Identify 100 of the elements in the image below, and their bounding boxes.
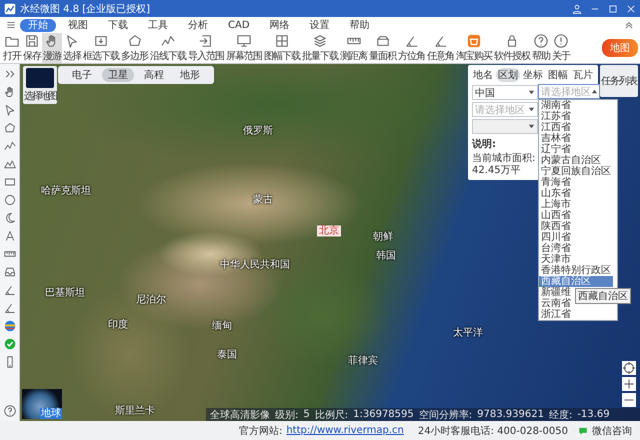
satellite-map[interactable]: [20, 64, 640, 421]
expand-icon[interactable]: [4, 68, 16, 80]
plus-icon[interactable]: [622, 377, 636, 391]
task-list-button[interactable]: 任务列表: [600, 65, 638, 97]
province-option[interactable]: 香港特别行政区: [539, 265, 613, 276]
panel-tab[interactable]: 地名: [471, 68, 495, 82]
close-icon[interactable]: [626, 4, 636, 14]
menu-tab[interactable]: 下载: [100, 18, 136, 32]
province-option[interactable]: 湖南省: [539, 100, 613, 111]
province-option[interactable]: 陕西省: [539, 221, 613, 232]
angle-icon[interactable]: [434, 34, 448, 48]
angle-icon[interactable]: [404, 34, 418, 48]
polygon-icon[interactable]: [4, 122, 16, 134]
polygon-icon[interactable]: [128, 34, 142, 48]
panel-tab[interactable]: 坐标: [521, 68, 545, 82]
province-option[interactable]: 内蒙古自治区: [539, 155, 613, 166]
angle-icon[interactable]: [4, 302, 16, 314]
province-option[interactable]: 山东省: [539, 188, 613, 199]
minus-icon[interactable]: [622, 393, 636, 407]
target-icon[interactable]: [622, 361, 636, 375]
panel-tab[interactable]: 瓦片: [571, 68, 595, 82]
map-picker-button[interactable]: 选择地图: [23, 66, 57, 104]
toolbar-button[interactable]: 框选下载: [82, 33, 120, 63]
toolbar-button[interactable]: 选择: [62, 33, 82, 63]
province-option[interactable]: 天津市: [539, 254, 613, 265]
panel-tab[interactable]: 图幅: [546, 68, 570, 82]
toolbar-button[interactable]: 打开: [2, 33, 22, 63]
country-select[interactable]: 中国: [472, 85, 538, 100]
toolbar-button[interactable]: 批量下载: [301, 33, 339, 63]
cursor-icon[interactable]: [4, 104, 16, 116]
check-icon[interactable]: [4, 338, 16, 350]
toolbar-button[interactable]: 屏幕范围: [225, 33, 263, 63]
toolbar-button[interactable]: 淘宝购买: [455, 33, 493, 63]
province-option[interactable]: 吉林省: [539, 133, 613, 144]
province-option[interactable]: 上海市: [539, 199, 613, 210]
map-type-tab[interactable]: 卫星: [102, 68, 134, 82]
panel-tab[interactable]: 区划: [496, 68, 520, 82]
floppy-icon[interactable]: [25, 34, 39, 48]
toolbar-button[interactable]: 软件授权: [493, 33, 531, 63]
province-option[interactable]: 江苏省: [539, 111, 613, 122]
menu-icon[interactable]: [6, 20, 16, 30]
toolbar-button[interactable]: 多边形: [120, 33, 149, 63]
help-icon[interactable]: [534, 34, 548, 48]
lock-icon[interactable]: [505, 34, 519, 48]
toolbar-button[interactable]: 漫游: [42, 33, 62, 63]
toolbar-button[interactable]: 关于: [551, 33, 571, 63]
monitor-icon[interactable]: [237, 34, 251, 48]
province-option[interactable]: 台湾省: [539, 243, 613, 254]
menu-tab[interactable]: 开始: [20, 18, 56, 32]
circle-icon[interactable]: [4, 194, 16, 206]
info-icon[interactable]: [554, 34, 568, 48]
toolbar-button[interactable]: 沿线下载: [149, 33, 187, 63]
help-icon[interactable]: [4, 405, 16, 417]
province-option[interactable]: 西藏自治区: [539, 276, 613, 287]
menu-tab[interactable]: 网络: [262, 18, 298, 32]
cursor-icon[interactable]: [65, 34, 79, 48]
province-option[interactable]: 江西省: [539, 122, 613, 133]
chevron-up-icon[interactable]: [624, 20, 634, 30]
site-link[interactable]: http://www.rivermap.cn: [286, 425, 404, 436]
toolbar-button[interactable]: 测距离: [339, 33, 368, 63]
angle-icon[interactable]: [4, 284, 16, 296]
toolbar-button[interactable]: 保存: [22, 33, 42, 63]
globe-thumbnail[interactable]: 地球: [22, 389, 62, 419]
download-box-icon[interactable]: [94, 34, 108, 48]
toolbar-button[interactable]: 导入范围: [187, 33, 225, 63]
maximize-icon[interactable]: [608, 4, 618, 14]
user-icon[interactable]: [572, 4, 582, 14]
toolbar-button[interactable]: 图幅下载: [263, 33, 301, 63]
import-icon[interactable]: [199, 34, 213, 48]
menu-tab[interactable]: 帮助: [342, 18, 378, 32]
province-option[interactable]: 四川省: [539, 232, 613, 243]
map-label: 俄罗斯: [243, 126, 273, 136]
polyline-icon[interactable]: [161, 34, 175, 48]
province-option[interactable]: 宁夏回族自治区: [539, 166, 613, 177]
crescent-icon[interactable]: [4, 212, 16, 224]
stack-icon[interactable]: [313, 34, 327, 48]
menu-tab[interactable]: 分析: [180, 18, 216, 32]
province-option[interactable]: 辽宁省: [539, 144, 613, 155]
menu-tab[interactable]: 视图: [60, 18, 96, 32]
mountain-icon[interactable]: [4, 158, 16, 170]
toolbar-button[interactable]: 帮助: [531, 33, 551, 63]
striped-disc-icon[interactable]: [4, 320, 16, 332]
province-option[interactable]: 山西省: [539, 210, 613, 221]
toolbar-button[interactable]: 量面积: [368, 33, 397, 63]
rectangle-icon[interactable]: [4, 176, 16, 188]
hand-icon[interactable]: [4, 86, 16, 98]
menu-tab[interactable]: 设置: [302, 18, 338, 32]
grid-icon[interactable]: [275, 34, 289, 48]
map-type-tab[interactable]: 电子: [66, 68, 98, 82]
toolbar-button[interactable]: 任意角: [426, 33, 455, 63]
map-type-tab[interactable]: 高程: [138, 68, 170, 82]
tray-icon[interactable]: [4, 266, 16, 278]
province-option[interactable]: 浙江省: [539, 309, 613, 320]
text-icon[interactable]: [4, 230, 16, 242]
map-type-tab[interactable]: 地形: [174, 68, 206, 82]
province-option[interactable]: 青海省: [539, 177, 613, 188]
toolbar-button[interactable]: 方位角: [397, 33, 426, 63]
polyline-icon[interactable]: [4, 140, 16, 152]
menu-tab[interactable]: 工具: [140, 18, 176, 32]
menu-tab[interactable]: CAD: [220, 18, 258, 32]
